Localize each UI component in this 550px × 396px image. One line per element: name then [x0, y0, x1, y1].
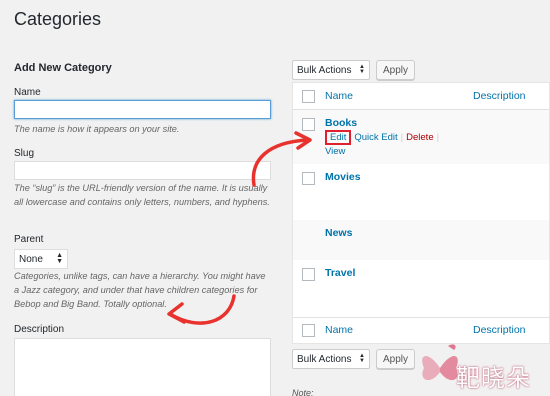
table-row-books: Books Edit Quick Edit | Delete | View [293, 110, 549, 164]
table-row-movies: Movies [293, 164, 549, 220]
page-title: Categories [14, 9, 102, 29]
name-column-footer[interactable]: Name [325, 324, 353, 336]
quick-edit-link[interactable]: Quick Edit [354, 132, 397, 143]
apply-button-bottom[interactable]: Apply [376, 349, 416, 369]
description-column-header[interactable]: Description [473, 90, 526, 102]
table-row-news: News [293, 220, 549, 260]
apply-button-top[interactable]: Apply [376, 60, 416, 80]
description-textarea[interactable] [14, 338, 271, 396]
name-input[interactable] [14, 100, 271, 119]
parent-select[interactable]: None ▲ ▼ [14, 249, 68, 269]
edit-link[interactable]: Edit [325, 130, 352, 145]
table-header: Name Description [293, 83, 549, 109]
parent-select-value: None [19, 253, 43, 265]
bulk-actions-select-bottom[interactable]: Bulk Actions ▲ ▼ [292, 349, 370, 369]
categories-table: Name Description Books Edit Quick Edit |… [292, 82, 550, 344]
table-row-travel: Travel [293, 260, 549, 316]
category-name-link[interactable]: Books [325, 117, 357, 129]
note-text: Note: [292, 388, 314, 396]
row-checkbox[interactable] [302, 268, 315, 281]
category-name-link[interactable]: Movies [325, 171, 361, 183]
name-label: Name [14, 87, 41, 98]
watermark: 靶晓朵 [418, 338, 548, 396]
select-all-checkbox-footer[interactable] [302, 324, 315, 337]
row-actions: Edit Quick Edit | Delete | [325, 130, 442, 145]
name-column-header[interactable]: Name [325, 90, 353, 102]
chevron-updown-icon: ▲ ▼ [56, 252, 63, 265]
watermark-text: 靶晓朵 [456, 364, 531, 392]
action-separator: | [436, 132, 440, 143]
row-checkbox[interactable] [302, 118, 315, 131]
parent-hint: Categories, unlike tags, can have a hier… [14, 271, 266, 309]
slug-input[interactable] [14, 161, 271, 180]
chevron-updown-icon: ▲ ▼ [359, 353, 365, 364]
delete-link[interactable]: Delete [406, 132, 433, 143]
view-link[interactable]: View [325, 146, 345, 157]
slug-label: Slug [14, 148, 35, 159]
category-name-link[interactable]: News [325, 227, 352, 239]
bulk-actions-select-top[interactable]: Bulk Actions ▲ ▼ [292, 60, 370, 80]
category-name-link[interactable]: Travel [325, 267, 355, 279]
add-category-heading: Add New Category [14, 62, 112, 74]
parent-label: Parent [14, 234, 44, 245]
bulk-actions-label: Bulk Actions [297, 64, 352, 76]
slug-hint: The “slug” is the URL-friendly version o… [14, 183, 270, 207]
select-all-checkbox[interactable] [302, 90, 315, 103]
description-column-footer[interactable]: Description [473, 324, 526, 336]
chevron-updown-icon: ▲ ▼ [359, 64, 365, 75]
name-hint: The name is how it appears on your site. [14, 124, 180, 134]
description-label: Description [14, 324, 65, 335]
row-checkbox[interactable] [302, 172, 315, 185]
bulk-actions-label: Bulk Actions [297, 353, 352, 365]
action-separator: | [400, 132, 404, 143]
